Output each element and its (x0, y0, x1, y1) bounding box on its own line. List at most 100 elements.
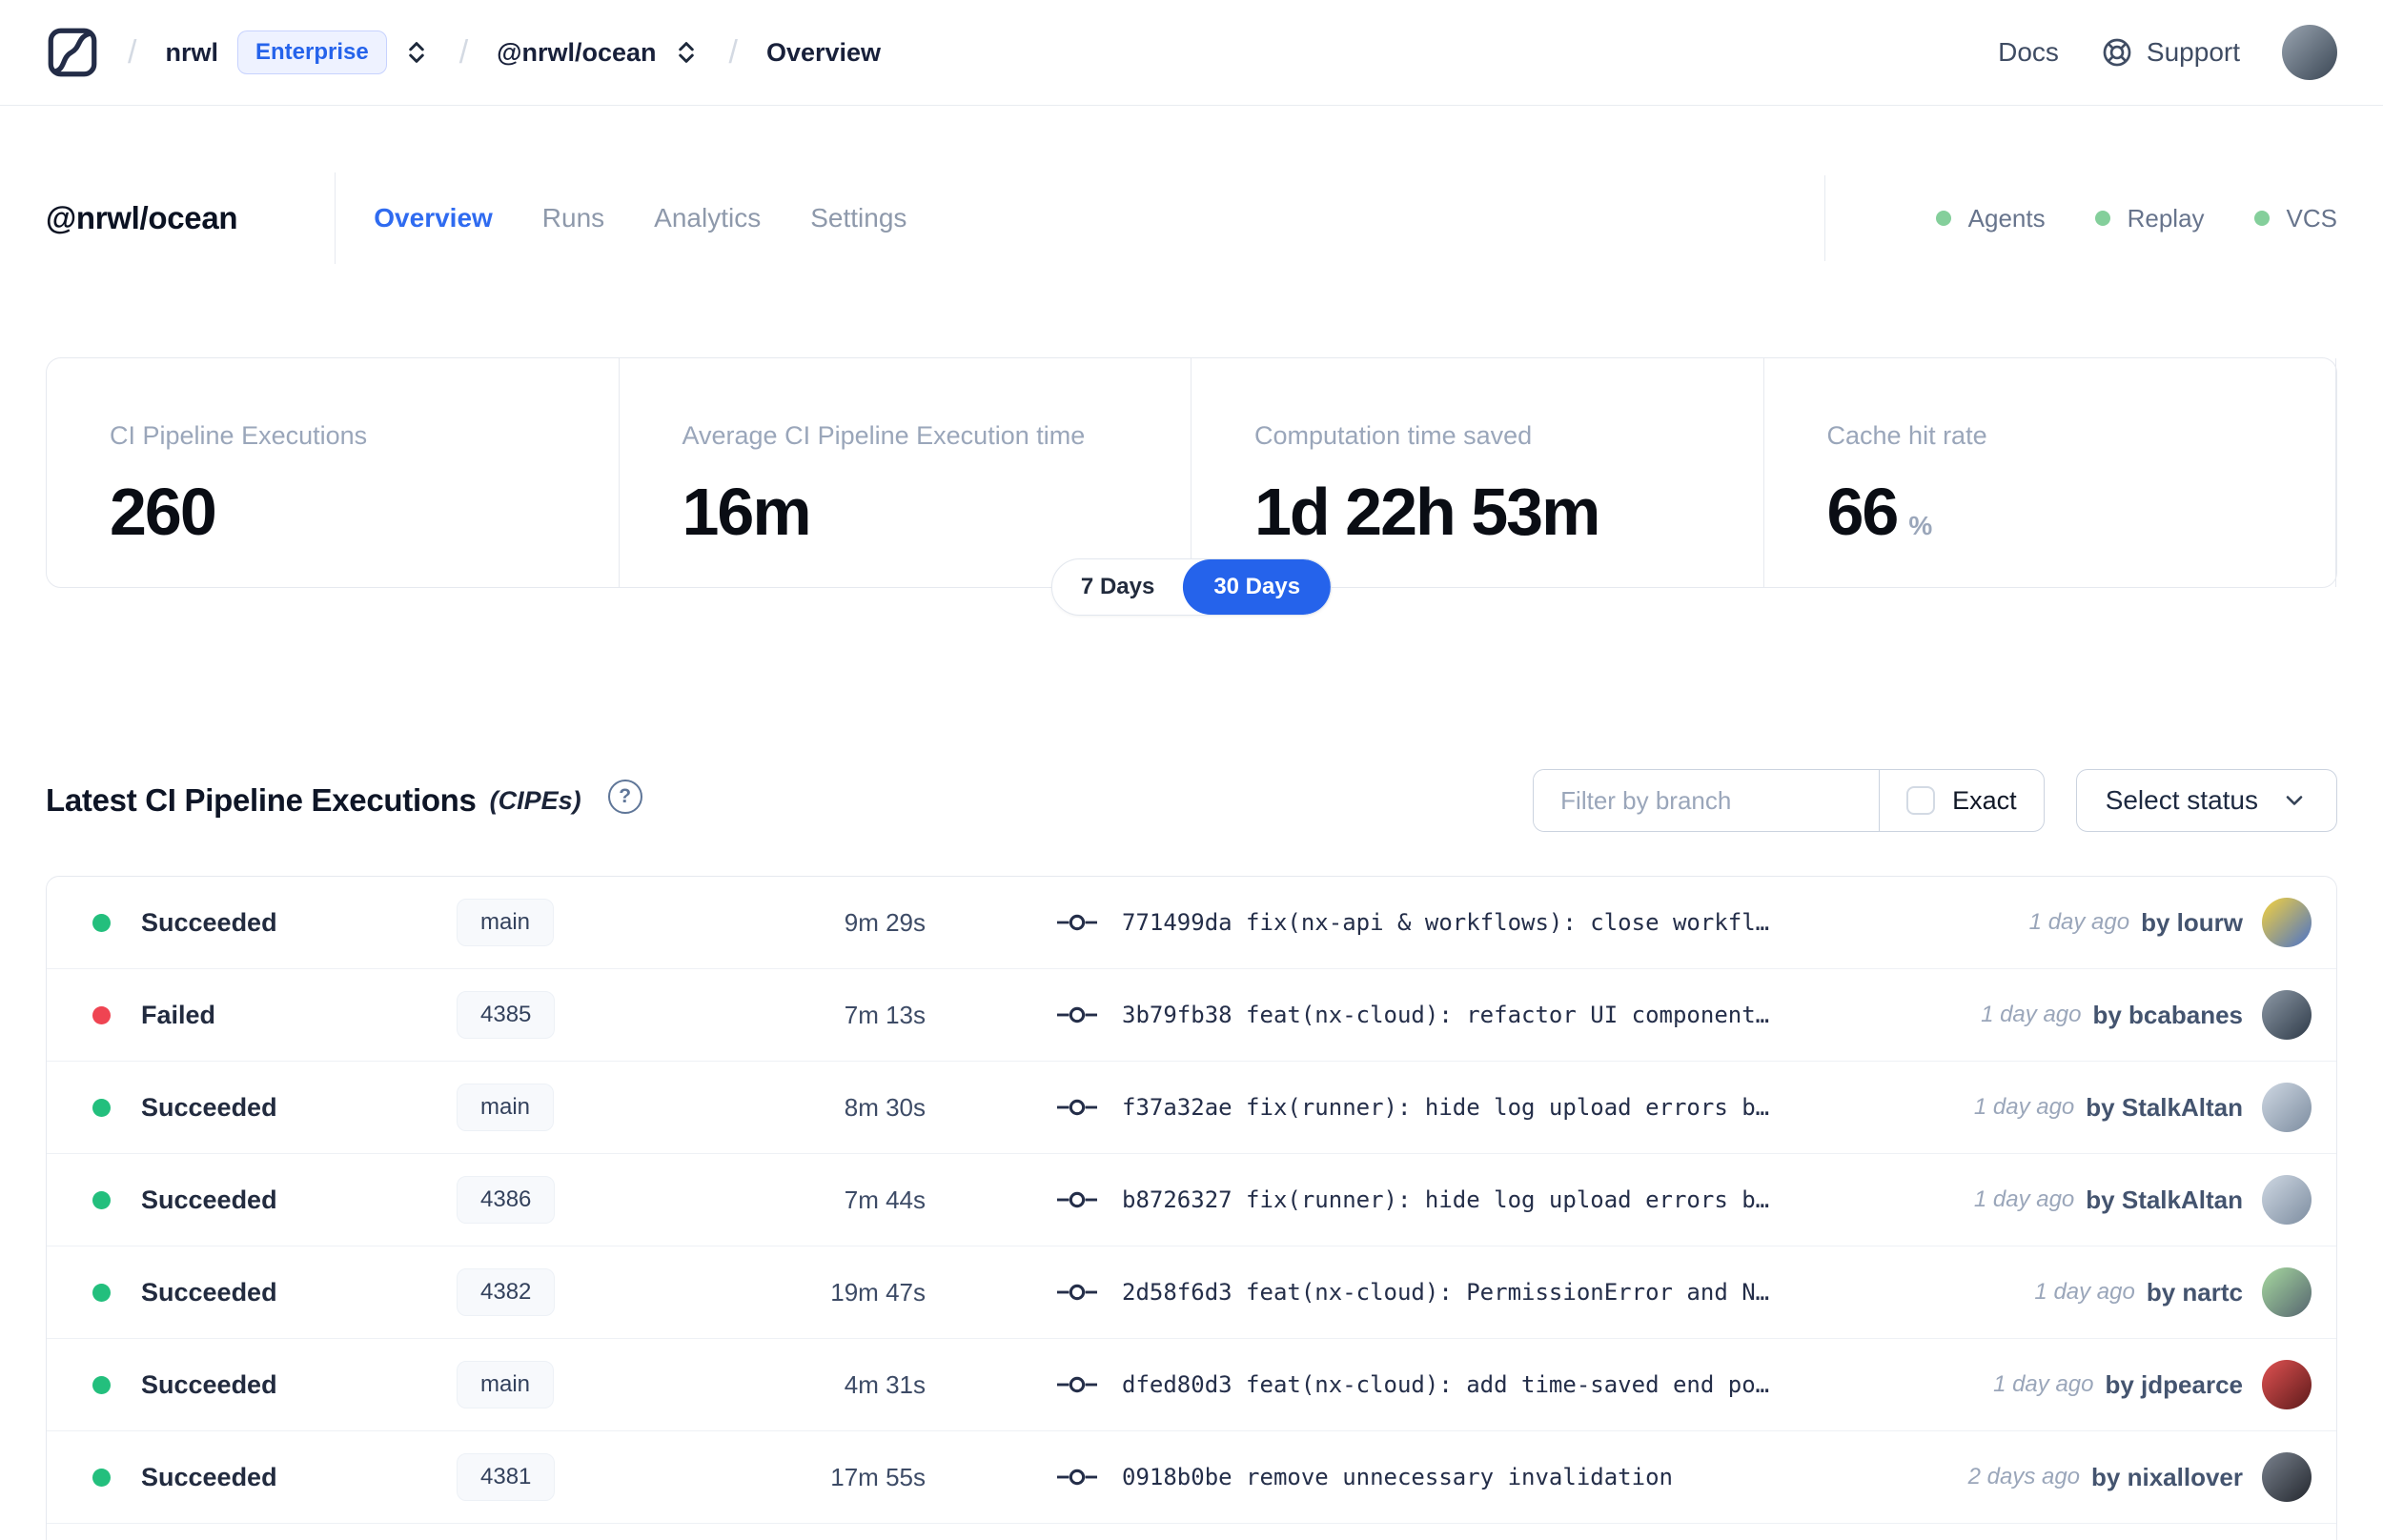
breadcrumb-workspace[interactable]: @nrwl/ocean (497, 38, 656, 68)
green-dot-icon (2094, 211, 2110, 226)
author: by jdpearce (2105, 1369, 2243, 1399)
table-row[interactable]: Succeeded 4382 19m 47s 2d58f6d3 feat(nx-… (47, 1246, 2336, 1339)
git-commit-icon (1057, 1006, 1097, 1023)
commit-cell[interactable]: dfed80d3 feat(nx-cloud): add time-saved … (1057, 1371, 1993, 1398)
status-cell: Failed (47, 1001, 457, 1030)
status-dot (92, 1375, 111, 1394)
user-avatar[interactable] (2282, 25, 2337, 80)
green-dot-icon (2253, 211, 2270, 226)
time-ago: 1 day ago (1973, 1186, 2075, 1212)
status-label: Succeeded (141, 1369, 277, 1399)
table-row[interactable]: Succeeded main 4m 31s dfed80d3 feat(nx-c… (47, 1339, 2336, 1431)
stat-label: Cache hit rate (1826, 421, 1987, 450)
branch-badge[interactable]: main (457, 1361, 555, 1408)
author: by nixallover (2091, 1462, 2243, 1491)
stat-value: 16m (682, 475, 812, 549)
status-agents[interactable]: Agents (1935, 204, 2046, 233)
workspace-switcher-button[interactable] (672, 38, 701, 67)
status-label: Succeeded (141, 1092, 277, 1122)
breadcrumb-separator: / (458, 33, 469, 71)
docs-link[interactable]: Docs (1998, 37, 2059, 68)
avatar[interactable] (2262, 1083, 2312, 1132)
avatar[interactable] (2262, 898, 2312, 947)
commit-cell[interactable]: f37a32ae fix(runner): hide log upload er… (1057, 1094, 1974, 1121)
workspace-header: @nrwl/ocean Overview Runs Analytics Sett… (0, 172, 2383, 264)
tab-settings[interactable]: Settings (810, 203, 906, 233)
branch-cell: 4382 (457, 1268, 695, 1316)
author: by StalkAltan (2086, 1185, 2243, 1214)
duration: 17m 55s (830, 1462, 926, 1491)
workspace-tabs: Overview Runs Analytics Settings (374, 203, 906, 233)
branch-badge[interactable]: main (457, 1084, 555, 1131)
author: by lourw (2141, 907, 2243, 937)
stat-value: 260 (110, 475, 217, 549)
status-cell: Succeeded (47, 1370, 457, 1400)
tab-runs[interactable]: Runs (542, 203, 604, 233)
author-cell: 1 day ago by bcabanes (1981, 990, 2336, 1040)
page-title: @nrwl/ocean (46, 200, 238, 235)
table-row[interactable]: Succeeded main 8m 30s f37a32ae fix(runne… (47, 1062, 2336, 1154)
range-7-days-button[interactable]: 7 Days (1052, 559, 1183, 615)
branch-badge[interactable]: 4381 (457, 1453, 556, 1501)
branch-cell: 4385 (457, 991, 695, 1039)
section-title-suffix: (CIPEs) (489, 785, 581, 815)
stat-computation-time-saved: Computation time saved 1d 22h 53m (1192, 358, 1764, 587)
commit-cell[interactable]: 0918b0be remove unnecessary invalidation (1057, 1464, 1968, 1490)
commit-cell[interactable]: 3b79fb38 feat(nx-cloud): refactor UI com… (1057, 1002, 1981, 1028)
time-ago: 1 day ago (1993, 1371, 2094, 1397)
support-label: Support (2146, 37, 2240, 67)
range-30-days-button[interactable]: 30 Days (1183, 559, 1332, 615)
tab-analytics[interactable]: Analytics (654, 203, 761, 233)
org-switcher-button[interactable] (402, 38, 431, 67)
avatar[interactable] (2262, 1175, 2312, 1225)
table-row[interactable]: Succeeded 4386 7m 44s b8726327 fix(runne… (47, 1154, 2336, 1246)
commit-text: 0918b0be remove unnecessary invalidation (1122, 1464, 1673, 1490)
table-row[interactable]: Succeeded 4381 17m 55s 0918b0be remove u… (47, 1431, 2336, 1524)
duration: 19m 47s (830, 1277, 926, 1307)
commit-cell[interactable]: 771499da fix(nx-api & workflows): close … (1057, 909, 2029, 936)
support-link[interactable]: Support (2101, 36, 2240, 69)
chevron-up-down-icon (678, 42, 694, 63)
stat-value: 1d 22h 53m (1254, 475, 1600, 549)
duration: 7m 13s (844, 1000, 926, 1029)
filters: Exact Select status (1533, 769, 2337, 832)
exact-checkbox[interactable] (1906, 786, 1936, 815)
table-row[interactable]: Succeeded main 9m 29s 771499da fix(nx-ap… (47, 877, 2336, 969)
branch-cell: main (457, 899, 695, 946)
commit-cell[interactable]: b8726327 fix(runner): hide log upload er… (1057, 1186, 1974, 1213)
nx-cloud-logo-icon (48, 28, 97, 77)
branch-badge[interactable]: 4382 (457, 1268, 556, 1316)
feature-statuses: Agents Replay VCS (1823, 175, 2337, 261)
table-row[interactable]: Failed 4385 7m 13s 3b79fb38 feat(nx-clou… (47, 969, 2336, 1062)
author-cell: 1 day ago by StalkAltan (1974, 1175, 2336, 1225)
status-dot (92, 913, 111, 932)
git-commit-icon (1057, 1099, 1097, 1116)
git-commit-icon (1057, 1469, 1097, 1486)
status-replay[interactable]: Replay (2094, 204, 2205, 233)
section-title: Latest CI Pipeline Executions (46, 782, 477, 818)
status-dot (92, 1190, 111, 1209)
help-icon[interactable]: ? (607, 780, 642, 814)
breadcrumb-separator: / (728, 33, 738, 71)
author-cell: 1 day ago by jdpearce (1993, 1360, 2336, 1409)
nx-cloud-logo[interactable] (46, 26, 99, 79)
breadcrumb-page: Overview (765, 37, 882, 67)
commit-cell[interactable]: 2d58f6d3 feat(nx-cloud): PermissionError… (1057, 1279, 2034, 1306)
branch-badge[interactable]: main (457, 899, 555, 946)
status-vcs[interactable]: VCS (2253, 204, 2337, 233)
avatar[interactable] (2262, 990, 2312, 1040)
branch-badge[interactable]: 4386 (457, 1176, 556, 1224)
avatar[interactable] (2262, 1267, 2312, 1317)
cipe-table: Succeeded main 9m 29s 771499da fix(nx-ap… (46, 876, 2337, 1540)
branch-filter-input[interactable] (1534, 770, 1880, 831)
breadcrumb-org[interactable]: nrwl (165, 38, 218, 68)
branch-badge[interactable]: 4385 (457, 991, 556, 1039)
commit-text: 2d58f6d3 feat(nx-cloud): PermissionError… (1122, 1279, 1770, 1306)
avatar[interactable] (2262, 1360, 2312, 1409)
avatar[interactable] (2262, 1452, 2312, 1502)
author-cell: 2 days ago by nixallover (1968, 1452, 2336, 1502)
status-select-button[interactable]: Select status (2075, 769, 2337, 832)
exact-label: Exact (1952, 785, 2017, 815)
exact-toggle[interactable]: Exact (1879, 770, 2044, 831)
tab-overview[interactable]: Overview (374, 203, 493, 233)
